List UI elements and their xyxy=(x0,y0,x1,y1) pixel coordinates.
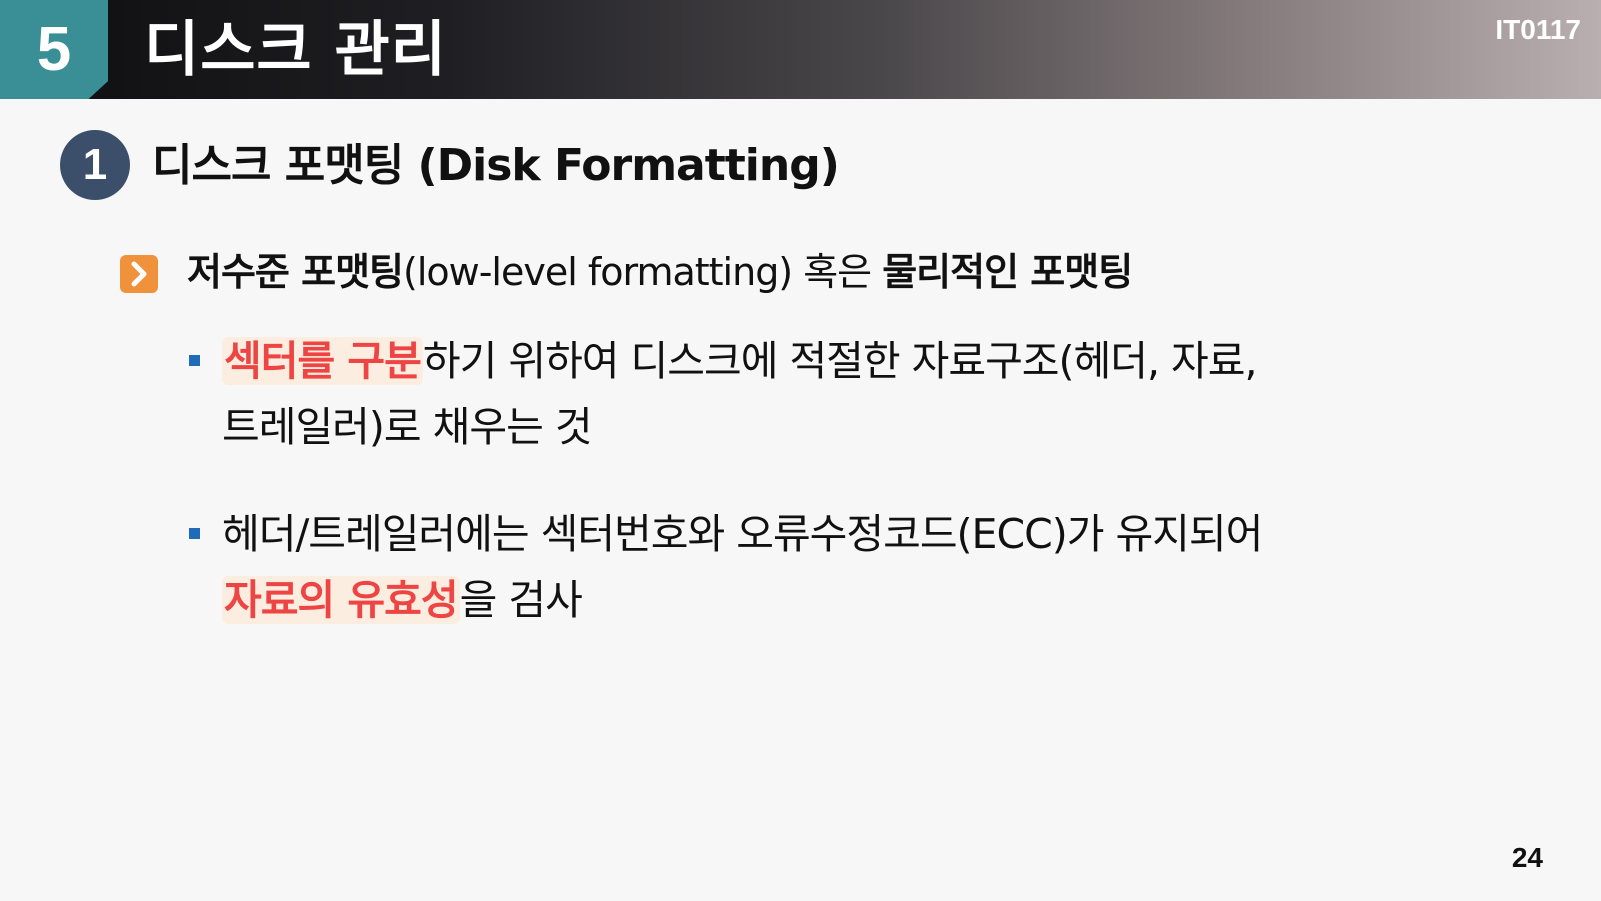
section-number-badge: 1 xyxy=(60,130,130,200)
main-point: 저수준 포맷팅(low-level formatting) 혹은 물리적인 포맷… xyxy=(187,245,1133,299)
point-term-a: 저수준 포맷팅 xyxy=(187,250,404,294)
bullet-2-text: 을 검사 xyxy=(459,576,583,624)
bullet-square-icon xyxy=(189,355,200,366)
bullet-1-line-1: 섹터를 구분하기 위하여 디스크에 적절한 자료구조(헤더, 자료, xyxy=(222,331,1257,391)
chevron-right-icon xyxy=(120,255,158,293)
bullet-2-line-1: 헤더/트레일러에는 섹터번호와 오류수정코드(ECC)가 유지되어 xyxy=(222,510,1263,558)
bullet-square-icon xyxy=(189,528,200,539)
highlight-sector-distinguish: 섹터를 구분 xyxy=(222,337,423,385)
bullet-1-line-2: 트레일러)로 채우는 것 xyxy=(222,403,593,451)
bullet-1-text: 하기 위하여 디스크에 적절한 자료구조(헤더, 자료, xyxy=(422,337,1258,385)
page-number: 24 xyxy=(1511,842,1543,873)
section-number: 1 xyxy=(82,140,108,189)
section-title: 디스크 포맷팅 (Disk Formatting) xyxy=(152,140,840,191)
chapter-badge: 5 xyxy=(0,0,108,99)
highlight-data-validity: 자료의 유효성 xyxy=(222,576,460,624)
point-term-b: 물리적인 포맷팅 xyxy=(882,250,1133,294)
chapter-title: 디스크 관리 xyxy=(144,15,447,85)
bullet-2-line-2: 자료의 유효성을 검사 xyxy=(222,570,583,630)
chapter-number: 5 xyxy=(36,15,72,84)
course-code: IT0117 xyxy=(1495,14,1581,45)
point-text: (low-level formatting) 혹은 xyxy=(403,250,883,294)
